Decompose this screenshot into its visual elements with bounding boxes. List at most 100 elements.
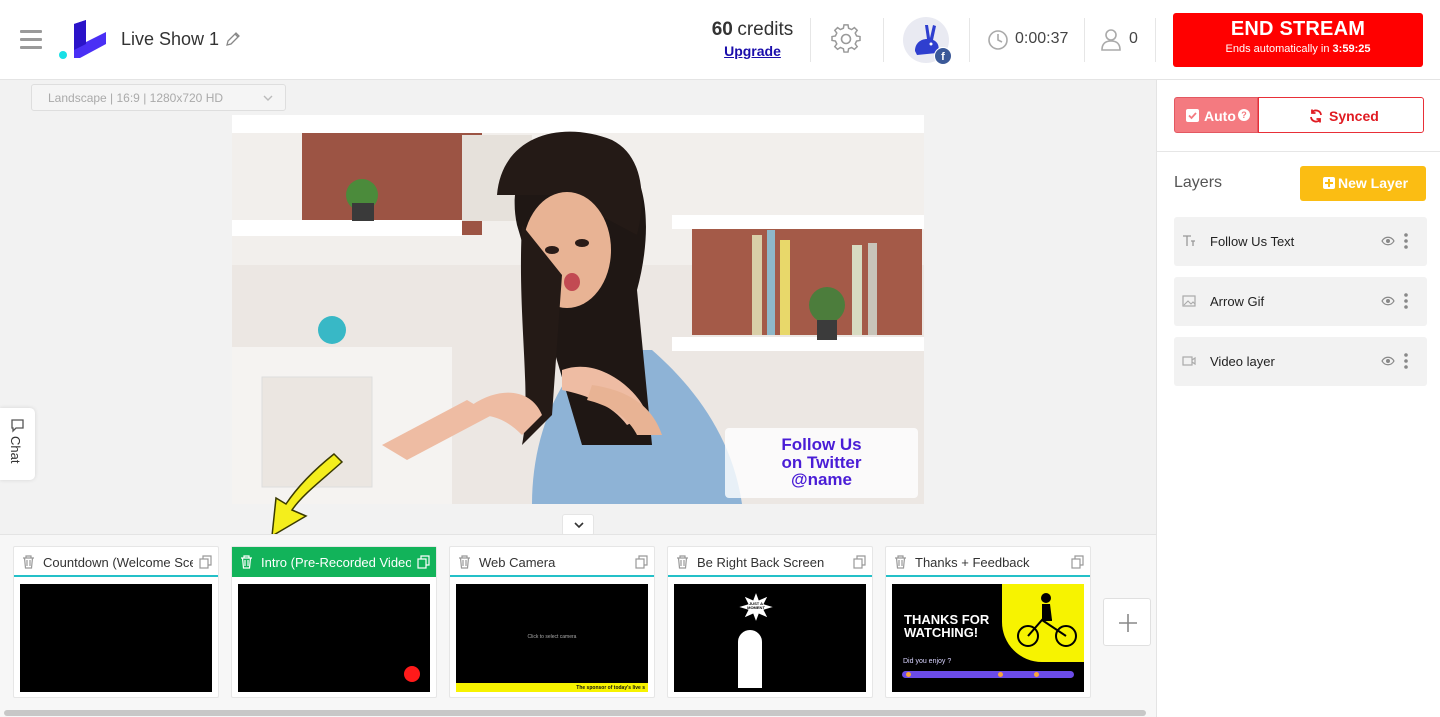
text-icon bbox=[1183, 235, 1195, 246]
divider bbox=[1155, 18, 1156, 62]
chat-icon bbox=[11, 419, 24, 433]
eye-icon[interactable] bbox=[1381, 356, 1395, 366]
facebook-icon: f bbox=[934, 47, 952, 65]
stream-timer: 0:00:37 bbox=[1015, 30, 1069, 47]
layer-name: Follow Us Text bbox=[1210, 234, 1295, 249]
stream-canvas[interactable]: Follow Us on Twitter @name bbox=[232, 115, 924, 504]
synced-button[interactable]: Synced bbox=[1258, 97, 1424, 133]
right-sidebar: Auto ? Synced Layers New Layer Follow Us… bbox=[1156, 80, 1440, 717]
resolution-select[interactable]: Landscape | 16:9 | 1280x720 HD bbox=[31, 84, 286, 111]
auto-toggle[interactable]: Auto ? bbox=[1174, 97, 1258, 133]
layers-title: Layers bbox=[1174, 174, 1223, 191]
synced-label: Synced bbox=[1329, 108, 1379, 124]
chat-label: Chat bbox=[8, 436, 23, 464]
layer-item[interactable]: Follow Us Text bbox=[1174, 217, 1427, 266]
eye-icon[interactable] bbox=[1381, 296, 1395, 306]
scene-header: Web Camera bbox=[450, 547, 654, 577]
divider bbox=[810, 18, 811, 62]
scene-card[interactable]: Web Camera Click to select camera The sp… bbox=[449, 546, 655, 698]
scene-card[interactable]: Be Right Back Screen JUST A MOMENT WE'LL… bbox=[667, 546, 873, 698]
layer-name: Video layer bbox=[1210, 354, 1275, 369]
chat-tab[interactable]: Chat bbox=[0, 408, 35, 480]
follow-us-overlay[interactable]: Follow Us on Twitter @name bbox=[725, 428, 918, 498]
door-shape bbox=[736, 628, 764, 690]
add-scene-button[interactable] bbox=[1103, 598, 1151, 646]
scene-card[interactable]: Thanks + Feedback THANKS FOR WATCHING! D… bbox=[885, 546, 1091, 698]
scene-name: Thanks + Feedback bbox=[915, 555, 1030, 570]
arrow-gif-icon bbox=[271, 452, 344, 538]
layer-item[interactable]: Arrow Gif bbox=[1174, 277, 1427, 326]
divider bbox=[969, 18, 970, 62]
overlay-line: @name bbox=[791, 470, 852, 489]
viewer-count: 0 bbox=[1129, 30, 1138, 47]
copy-icon[interactable] bbox=[1071, 555, 1084, 569]
running-figure-icon bbox=[680, 614, 714, 658]
trash-icon[interactable] bbox=[458, 555, 471, 569]
cyclist-icon bbox=[1017, 593, 1077, 647]
resolution-value: Landscape | 16:9 | 1280x720 HD bbox=[48, 91, 224, 105]
divider bbox=[1084, 18, 1085, 62]
scene-name: Be Right Back Screen bbox=[697, 555, 825, 570]
credits-block: 60 credits Upgrade bbox=[700, 19, 805, 59]
overlay-line: on Twitter bbox=[781, 452, 862, 472]
scenes-strip: Countdown (Welcome Scene) Intro (Pre-Rec… bbox=[0, 534, 1156, 717]
scene-card-active[interactable]: Intro (Pre-Recorded Video) bbox=[231, 546, 437, 698]
credits-label: credits bbox=[737, 19, 794, 40]
scene-thumbnail bbox=[238, 584, 430, 692]
overlay-line: Follow Us bbox=[781, 435, 862, 454]
layer-name: Arrow Gif bbox=[1210, 294, 1265, 309]
feedback-question: Did you enjoy ? bbox=[903, 658, 952, 665]
checkbox-icon bbox=[1186, 109, 1199, 122]
copy-icon[interactable] bbox=[199, 555, 212, 569]
eye-icon[interactable] bbox=[1381, 236, 1395, 246]
scene-thumbnail: Click to select camera The sponsor of to… bbox=[456, 584, 648, 692]
end-stream-label: END STREAM bbox=[1230, 18, 1366, 40]
avatar[interactable]: f bbox=[903, 17, 952, 65]
recording-dot-icon bbox=[404, 666, 420, 682]
show-title: Live Show 1 bbox=[121, 29, 220, 49]
layer-item[interactable]: Video layer bbox=[1174, 337, 1427, 386]
pencil-icon[interactable] bbox=[225, 31, 241, 47]
trash-icon[interactable] bbox=[676, 555, 689, 569]
end-stream-button[interactable]: END STREAM Ends automatically in 3:59:25 bbox=[1173, 13, 1423, 67]
scene-name: Countdown (Welcome Scene) bbox=[43, 555, 193, 570]
help-icon[interactable]: ? bbox=[1238, 109, 1250, 121]
divider bbox=[883, 18, 884, 62]
sponsor-bar: The sponsor of today's live s bbox=[456, 683, 648, 692]
credits-count: 60 bbox=[711, 19, 733, 40]
trash-icon[interactable] bbox=[240, 555, 253, 569]
menu-icon[interactable] bbox=[20, 30, 42, 50]
scene-name: Web Camera bbox=[479, 555, 556, 570]
scene-header: Thanks + Feedback bbox=[886, 547, 1090, 577]
end-stream-countdown: Ends automatically in 3:59:25 bbox=[1225, 43, 1371, 55]
burst-text: JUST A MOMENT bbox=[747, 601, 765, 610]
plus-icon bbox=[1119, 614, 1137, 632]
copy-icon[interactable] bbox=[635, 555, 648, 569]
chevron-down-icon bbox=[574, 522, 584, 529]
more-vert-icon[interactable] bbox=[1403, 232, 1409, 250]
scene-thumbnail: JUST A MOMENT WE'LL BE RIGHT BACK SOON! bbox=[674, 584, 866, 692]
new-layer-label: New Layer bbox=[1338, 175, 1409, 191]
more-vert-icon[interactable] bbox=[1403, 292, 1409, 310]
scene-name: Intro (Pre-Recorded Video) bbox=[261, 555, 411, 570]
app-logo bbox=[59, 20, 106, 59]
collapse-scenes-button[interactable] bbox=[562, 514, 594, 536]
trash-icon[interactable] bbox=[22, 555, 35, 569]
brb-text: WE'LL BE RIGHT BACK SOON! bbox=[772, 615, 848, 662]
trash-icon[interactable] bbox=[894, 555, 907, 569]
horizontal-scrollbar[interactable] bbox=[4, 710, 1146, 716]
upgrade-link[interactable]: Upgrade bbox=[700, 43, 805, 59]
copy-icon[interactable] bbox=[853, 555, 866, 569]
thanks-title: THANKS FOR WATCHING! bbox=[904, 612, 990, 640]
copy-icon[interactable] bbox=[417, 555, 430, 569]
scene-thumbnail bbox=[20, 584, 212, 692]
clock-icon bbox=[988, 30, 1008, 50]
scene-thumbnail: THANKS FOR WATCHING! Did you enjoy ? bbox=[892, 584, 1084, 692]
viewer-icon bbox=[1101, 29, 1121, 51]
scene-header: Be Right Back Screen bbox=[668, 547, 872, 577]
gear-icon[interactable] bbox=[831, 24, 861, 54]
more-vert-icon[interactable] bbox=[1403, 352, 1409, 370]
scene-card[interactable]: Countdown (Welcome Scene) bbox=[13, 546, 219, 698]
scene-header: Countdown (Welcome Scene) bbox=[14, 547, 218, 577]
new-layer-button[interactable]: New Layer bbox=[1300, 166, 1426, 201]
